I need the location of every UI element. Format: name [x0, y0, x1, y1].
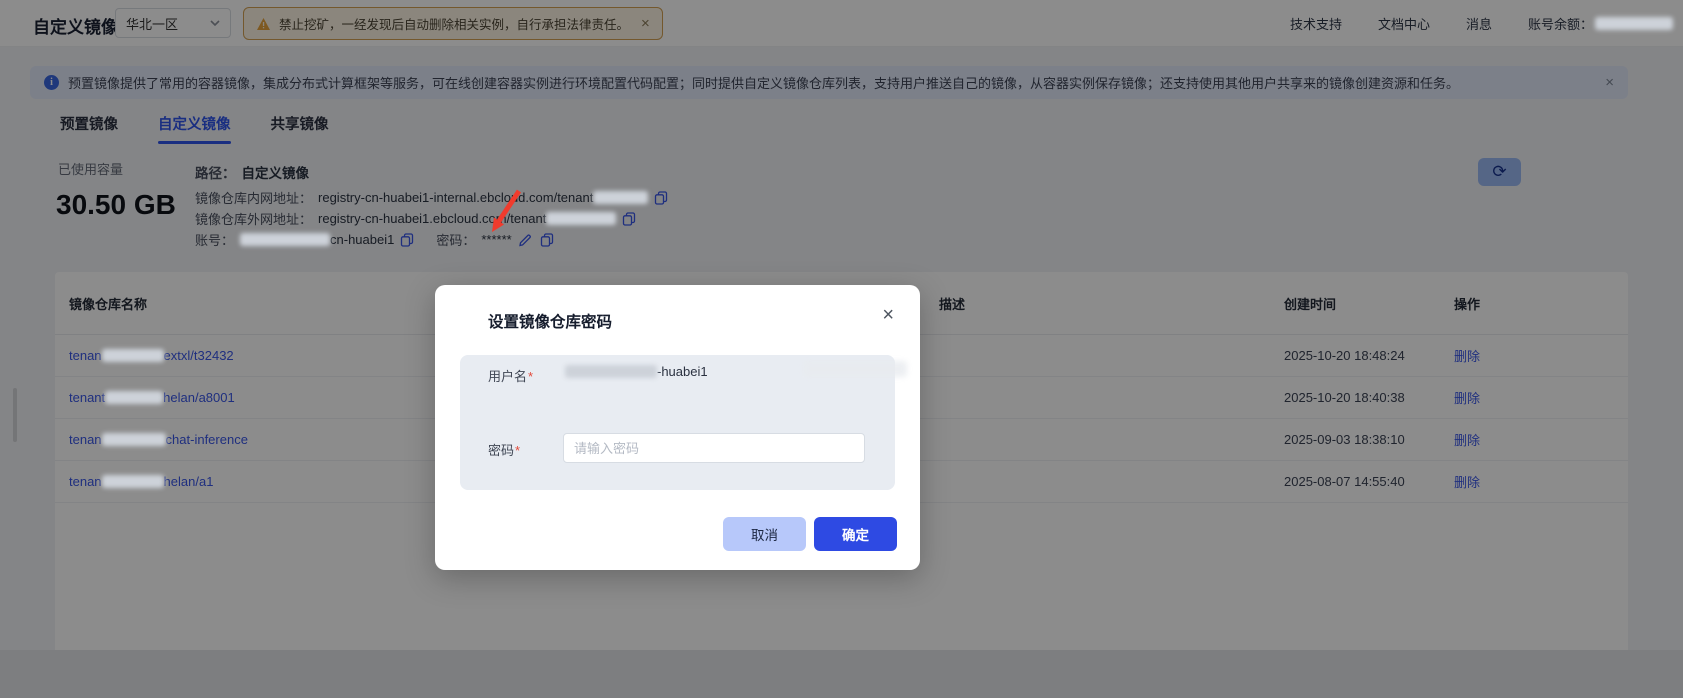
required-mark: *: [528, 369, 534, 384]
username-soft-redacted: [803, 361, 907, 377]
account-balance-redacted: [1595, 17, 1673, 30]
account-redacted: [240, 233, 331, 246]
dialog-title: 设置镜像仓库密码: [488, 314, 613, 331]
password-input[interactable]: [563, 433, 865, 463]
confirm-button[interactable]: 确定: [814, 517, 897, 551]
internal-address-redacted: [593, 191, 649, 204]
repo-name-redacted: [101, 349, 164, 362]
repo-name-redacted: [105, 391, 164, 404]
set-password-dialog: 设置镜像仓库密码 × 用户名* -huabei1 密码* 取消 确定: [435, 285, 920, 570]
annotation-arrow-icon: [492, 189, 522, 232]
app-screen: 自定义镜像 华北一区 禁止挖矿，一经发现后自动删除相关实例，自行承担法律责任。 …: [0, 0, 1683, 698]
username-label-text: 用户名: [488, 369, 528, 384]
password-label: 密码*: [488, 440, 520, 459]
repo-name-redacted: [101, 433, 166, 446]
username-suffix: -huabei1: [657, 364, 708, 379]
username-value: -huabei1: [565, 364, 708, 379]
username-redacted: [565, 365, 657, 378]
password-label-text: 密码: [488, 443, 515, 458]
external-address-redacted: [546, 212, 617, 225]
cancel-button[interactable]: 取消: [723, 517, 806, 551]
required-mark: *: [515, 443, 521, 458]
username-label: 用户名*: [488, 366, 533, 385]
repo-name-redacted: [101, 475, 164, 488]
close-icon[interactable]: ×: [882, 305, 894, 325]
